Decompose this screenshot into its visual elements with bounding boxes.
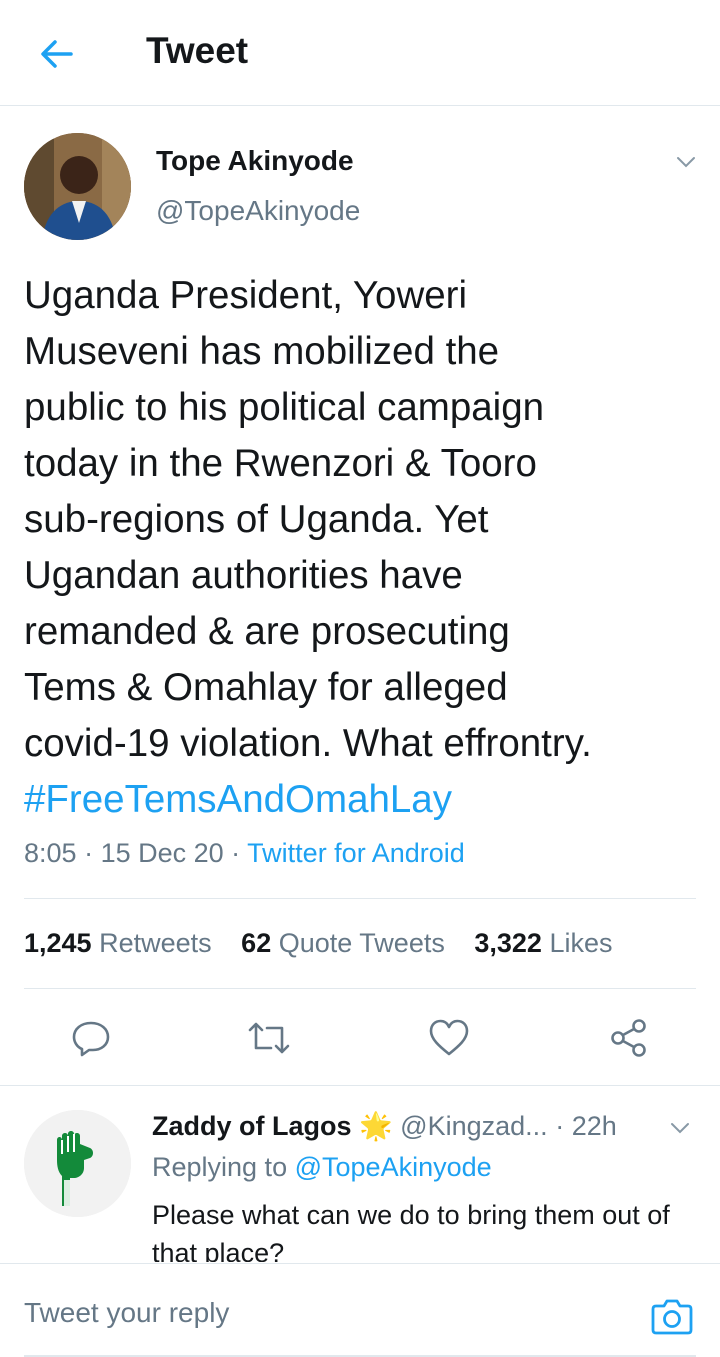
replying-to: Replying to @TopeAkinyode <box>152 1152 492 1183</box>
share-button[interactable] <box>605 1014 653 1062</box>
reply-time-value: 22h <box>571 1111 617 1141</box>
divider <box>0 1085 720 1086</box>
chevron-down-icon <box>671 1123 689 1134</box>
reply-author-handle[interactable]: @Kingzad... <box>400 1111 548 1141</box>
reply-text: Please what can we do to bring them out … <box>152 1200 670 1262</box>
reply-author-avatar[interactable] <box>24 1110 131 1217</box>
retweets-stat[interactable]: 1,245 Retweets <box>24 928 212 958</box>
page-title: Tweet <box>146 30 249 71</box>
author-name[interactable]: Tope Akinyode <box>156 145 354 177</box>
retweets-count: 1,245 <box>24 928 92 958</box>
reply-menu-button[interactable] <box>664 1112 696 1144</box>
avatar-image <box>24 133 131 240</box>
quotes-count: 62 <box>241 928 272 958</box>
retweets-label: Retweets <box>99 928 212 958</box>
star-badge-icon: 🌟 <box>359 1111 393 1141</box>
share-icon <box>611 1019 646 1057</box>
tweet-meta: 8:05 · 15 Dec 20 · Twitter for Android <box>24 838 465 868</box>
likes-count: 3,322 <box>474 928 542 958</box>
like-icon <box>429 1019 469 1056</box>
author-handle[interactable]: @TopeAkinyode <box>156 195 360 227</box>
quotes-label: Quote Tweets <box>278 928 445 958</box>
reply-composer: Tweet your reply <box>0 1263 720 1357</box>
retweet-icon <box>248 1022 290 1054</box>
likes-stat[interactable]: 3,322 Likes <box>474 928 612 958</box>
quote-tweets-stat[interactable]: 62 Quote Tweets <box>241 928 445 958</box>
camera-button[interactable] <box>648 1294 696 1338</box>
author-avatar[interactable] <box>24 133 131 240</box>
tweet-text: Uganda President, Yoweri Museveni has mo… <box>24 268 704 828</box>
chevron-down-icon <box>677 157 695 168</box>
reply-author-name[interactable]: Zaddy of Lagos <box>152 1111 352 1141</box>
tweet-body-text: Uganda President, Yoweri Museveni has mo… <box>24 274 592 765</box>
tweet-stats: 1,245 Retweets 62 Quote Tweets 3,322 Lik… <box>24 928 634 959</box>
camera-icon <box>651 1299 693 1335</box>
replying-mention-link[interactable]: @TopeAkinyode <box>295 1152 492 1182</box>
reply-input[interactable]: Tweet your reply <box>24 1297 229 1329</box>
divider <box>24 898 696 899</box>
retweet-button[interactable] <box>245 1014 293 1062</box>
tweet-menu-button[interactable] <box>670 146 702 178</box>
replying-prefix: Replying to <box>152 1152 288 1182</box>
top-bar: Tweet <box>0 0 720 106</box>
divider <box>24 988 696 989</box>
tweet-date: 15 Dec 20 <box>100 838 224 868</box>
arrow-left-icon <box>41 40 73 68</box>
hashtag-link[interactable]: #FreeTemsAndOmahLay <box>24 778 452 821</box>
tweet-source-link[interactable]: Twitter for Android <box>247 838 465 868</box>
likes-label: Likes <box>549 928 613 958</box>
tweet-time: 8:05 <box>24 838 77 868</box>
fist-icon <box>24 1110 131 1217</box>
like-button[interactable] <box>425 1014 473 1062</box>
reply-icon <box>72 1021 110 1057</box>
back-button[interactable] <box>36 34 76 74</box>
reply-time: · 22h <box>555 1111 617 1141</box>
reply-button[interactable] <box>67 1014 115 1062</box>
reply-header: Zaddy of Lagos 🌟 @Kingzad... · 22h <box>152 1110 617 1142</box>
